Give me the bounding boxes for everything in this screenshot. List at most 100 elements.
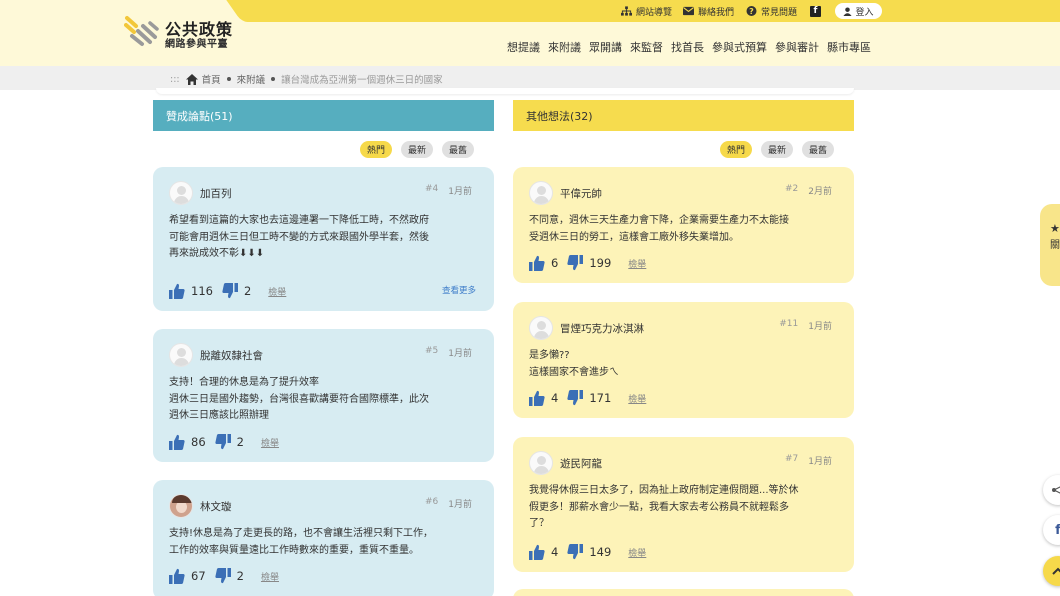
thumbs-down-icon[interactable]: [567, 544, 584, 560]
thumbs-down-icon[interactable]: [567, 255, 584, 271]
pro-sort-group: 熱門 最新 最舊: [360, 141, 475, 158]
comment-number: #2: [784, 184, 799, 194]
report-link[interactable]: 檢舉: [261, 570, 279, 583]
nav-item-propose[interactable]: 想提議: [507, 39, 540, 55]
report-link[interactable]: 檢舉: [628, 392, 646, 405]
sort-hot-button[interactable]: 熱門: [360, 141, 393, 158]
faq-link[interactable]: ? 常見問題: [746, 4, 797, 18]
utility-bar: 網站導覽 聯絡我們 ? 常見問題 f: [250, 0, 1060, 22]
comment-card: 林文璇 #6 1月前 支持!休息是為了走更長的路，也不會讓生活裡只剩下工作， 工作…: [153, 480, 494, 596]
downvote-count: 199: [589, 256, 612, 270]
breadcrumb-section[interactable]: 來附議: [237, 72, 266, 86]
comment-time: 2月前: [808, 187, 832, 197]
thumbs-up-icon[interactable]: [169, 434, 185, 450]
upvote-count: 86: [191, 435, 206, 449]
avatar: [169, 343, 193, 367]
site-header: 網站導覽 聯絡我們 ? 常見問題 f 登入 公共政策 網路參與平臺 想提議 來附…: [0, 0, 1060, 66]
share-icon: [1052, 486, 1060, 494]
view-more-link[interactable]: 查看更多: [442, 284, 476, 296]
report-link[interactable]: 檢舉: [628, 257, 646, 270]
report-link[interactable]: 檢舉: [268, 285, 286, 298]
comment-text: 我覺得休假三日太多了，因為扯上政府制定連假問題...等於休 假更多！那薪水會少一…: [529, 485, 799, 529]
comment-text: 支持！合理的休息是為了提升效率 週休三日是國外趨勢，台灣很喜歡講要符合國際標準，…: [169, 377, 429, 421]
thumbs-down-icon[interactable]: [222, 283, 238, 299]
share-button[interactable]: [1043, 475, 1060, 505]
comment-card: 脫離奴隸社會 #5 1月前 支持！合理的休息是為了提升效率 週休三日是國外趨勢，台…: [153, 329, 494, 462]
comment-time: 1月前: [448, 500, 472, 510]
comment-author: 平偉元帥: [560, 187, 602, 200]
downvote-count: 149: [589, 545, 612, 559]
sort-newest-button[interactable]: 最新: [401, 141, 434, 158]
nav-item-discuss[interactable]: 眾開講: [589, 39, 622, 55]
downvote-count: 171: [589, 391, 612, 405]
nav-item-cities[interactable]: 縣市專區: [827, 39, 871, 55]
comment-card: 加百列 #4 1月前 希望看到這篇的大家也去這邊連署一下降低工時，不然政府 可能會…: [153, 167, 494, 311]
contact-label: 聯絡我們: [698, 7, 735, 18]
nav-item-budget[interactable]: 參與式預算: [712, 39, 767, 55]
comment-time: 1月前: [808, 322, 832, 332]
comment-card: [513, 589, 854, 596]
thumbs-down-icon[interactable]: [215, 568, 231, 584]
comment-number: #5: [424, 346, 439, 356]
comment-card: 冒煙巧克力冰淇淋 #11 1月前 是多懶?? 這樣國家不會進步ㄟ 4 171 檢舉: [513, 302, 854, 418]
comment-author: 遊民阿龍: [560, 457, 602, 470]
thumbs-up-icon[interactable]: [169, 283, 185, 299]
downvote-count: 2: [243, 284, 252, 298]
nav-item-audit[interactable]: 參與審計: [775, 39, 819, 55]
upvote-count: 4: [551, 545, 559, 559]
facebook-link[interactable]: f: [810, 4, 821, 18]
breadcrumb-bar: [0, 66, 1060, 90]
breadcrumb-separator: [271, 77, 276, 81]
thumbs-down-icon[interactable]: [567, 390, 584, 406]
facebook-share-button[interactable]: f: [1043, 515, 1060, 545]
pro-column-heading: 贊成論點(51): [153, 100, 494, 131]
follow-side-tab[interactable]: ★ 關注: [1040, 204, 1060, 286]
comment-time: 1月前: [808, 457, 832, 467]
upvote-count: 67: [191, 569, 206, 583]
content-panel-edge: [156, 88, 854, 94]
upvote-count: 6: [551, 256, 559, 270]
nav-item-supervise[interactable]: 來監督: [630, 39, 663, 55]
comment-number: #6: [424, 497, 439, 507]
brand-subtitle: 網路參與平臺: [165, 39, 228, 50]
comment-author: 加百列: [200, 187, 232, 200]
upvote-count: 116: [191, 284, 213, 298]
svg-text:?: ?: [749, 7, 754, 16]
nav-item-endorse[interactable]: 來附議: [548, 39, 581, 55]
breadcrumb-home[interactable]: 首頁: [202, 72, 221, 86]
comment-time: 1月前: [448, 349, 472, 359]
downvote-count: 2: [236, 435, 244, 449]
contact-link[interactable]: 聯絡我們: [683, 4, 734, 18]
sitemap-link[interactable]: 網站導覽: [621, 4, 672, 18]
thumbs-down-icon[interactable]: [215, 434, 231, 450]
sort-oldest-button[interactable]: 最舊: [442, 141, 475, 158]
user-icon: [843, 6, 853, 16]
nav-item-leaders[interactable]: 找首長: [671, 39, 704, 55]
report-link[interactable]: 檢舉: [261, 436, 279, 449]
follow-label: 關注: [1050, 240, 1060, 251]
report-link[interactable]: 檢舉: [628, 546, 646, 559]
comment-number: #7: [784, 454, 799, 464]
comment-number: #4: [424, 184, 439, 194]
thumbs-up-icon[interactable]: [529, 544, 545, 560]
site-logo[interactable]: [124, 14, 160, 48]
comment-author: 冒煙巧克力冰淇淋: [560, 322, 644, 335]
avatar: [529, 316, 553, 340]
thumbs-up-icon[interactable]: [529, 390, 545, 406]
sort-oldest-button[interactable]: 最舊: [802, 141, 835, 158]
thumbs-up-icon[interactable]: [169, 568, 185, 584]
comment-text: 支持!休息是為了走更長的路，也不會讓生活裡只剩下工作， 工作的效率與質量遠比工作…: [169, 528, 434, 556]
question-icon: ?: [746, 6, 757, 16]
login-button[interactable]: 登入: [835, 3, 882, 19]
comment-author: 脫離奴隸社會: [200, 349, 263, 362]
thumbs-up-icon[interactable]: [529, 255, 545, 271]
comment-number: #11: [779, 319, 799, 329]
home-icon[interactable]: [185, 73, 198, 85]
sort-newest-button[interactable]: 最新: [761, 141, 794, 158]
comment-card: 遊民阿龍 #7 1月前 我覺得休假三日太多了，因為扯上政府制定連假問題...等於休…: [513, 437, 854, 572]
sort-hot-button[interactable]: 熱門: [720, 141, 753, 158]
other-sort-group: 熱門 最新 最舊: [720, 141, 835, 158]
faq-label: 常見問題: [761, 7, 798, 18]
back-to-top-button[interactable]: [1043, 556, 1060, 586]
downvote-count: 2: [236, 569, 244, 583]
